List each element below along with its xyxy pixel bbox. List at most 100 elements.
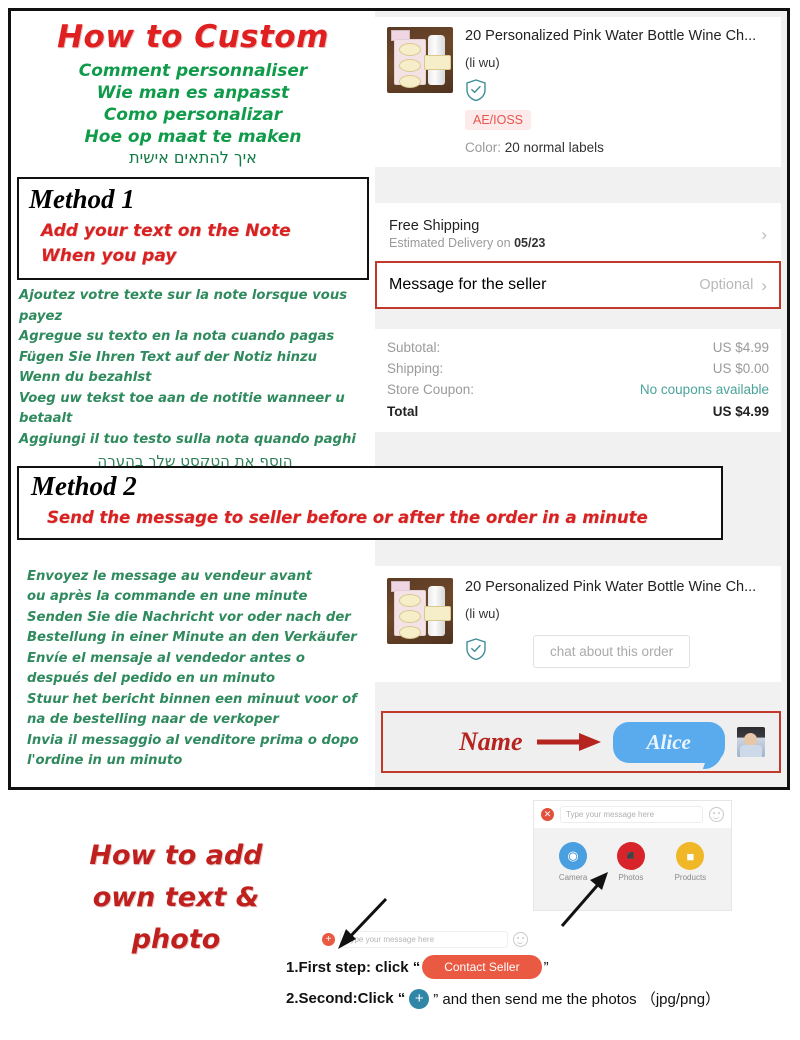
shipping-row[interactable]: Free Shipping Estimated Delivery on 05/2… [387,209,769,259]
close-icon[interactable]: ✕ [541,808,554,821]
chat-message-input[interactable]: Type your message here [560,806,703,823]
totals-row: Subtotal: US $4.99 [387,337,769,358]
shipping-title: Free Shipping [389,218,480,234]
store-coupon-label: Store Coupon: [387,382,475,397]
method1-box: Method 1 Add your text on the Note When … [17,176,369,281]
how-to-add-heading: How to add own text & photo [36,835,316,961]
chevron-right-icon[interactable]: › [761,277,767,294]
method2-box: Method 2 Send the message to seller befo… [17,466,723,541]
chat-option-label: Products [674,873,707,882]
thumb-label-sheet [394,590,426,639]
method1-translation-nl: Voeg uw tekst toe aan de notitie wanneer… [19,390,345,427]
how-to-add-line-3: photo [131,923,221,955]
page-title: How to Custom [57,19,329,55]
header-block: How to Custom Comment personnaliser Wie … [11,11,375,171]
instruction-frame: How to Custom Comment personnaliser Wie … [8,8,790,790]
product-title[interactable]: 20 Personalized Pink Water Bottle Wine C… [465,578,769,596]
emoji-icon[interactable] [513,932,528,947]
shipping-cost-value: US $0.00 [712,361,769,376]
product-title[interactable]: 20 Personalized Pink Water Bottle Wine C… [465,27,769,45]
thumb-label-sheet [394,39,426,88]
method1-red-line-1: Add your text on the Note [41,221,291,242]
name-annotation-box: Name Alice [381,711,781,773]
seller-name: (li wu) [465,55,500,71]
method2-red-line: Send the message to seller before or aft… [47,508,648,528]
color-attribute: Color: 20 normal labels [465,140,769,155]
thumb-bottle [424,35,451,85]
plus-icon[interactable]: + [409,988,430,1009]
name-annotation-label: Name [459,727,523,756]
chat-option-products[interactable]: ■ Products [674,842,707,882]
step-1-instruction: 1.First step: click “ Contact Seller ” [286,955,549,979]
chevron-right-icon[interactable]: › [761,226,767,243]
product-thumbnail [387,27,453,93]
method2-translation-de1: Senden Sie die Nachricht vor oder nach d… [27,609,351,625]
chat-bubble-name: Alice [612,721,725,763]
how-to-add-line-2: own text & [92,881,260,913]
method2-translation-nl2: na de bestelling naar de verkoper [27,712,279,728]
step-1-suffix: ” [543,958,549,976]
delivery-date: 05/23 [514,236,546,250]
order-screenshot-column: 20 Personalized Pink Water Bottle Wine C… [375,11,787,787]
method2-title: Method 2 [31,471,137,501]
method2-translation-fr2: ou après la commande en une minute [27,589,308,605]
method2-translation-nl1: Stuur het bericht binnen een minuut voor… [27,691,357,707]
seller-name: (li wu) [465,606,500,622]
method1-translation-es: Agregue su texto en la nota cuando pagas [19,329,335,345]
method2-translations: Envoyez le message au vendeur avant ou a… [27,567,377,772]
contact-seller-button[interactable]: Contact Seller [422,955,542,979]
step-2-text: 2.Second:Click “ [286,990,406,1007]
step-1-text: 1.First step: click “ [286,958,421,976]
total-value: US $4.99 [712,404,769,419]
chat-about-this-order-button[interactable]: chat about this order [533,635,691,669]
method2-translation-es2: después del pedido en un minuto [27,671,276,687]
step-2-suffix: ” and then send me the photos （jpg/png） [433,991,721,1008]
order-summary-card: 20 Personalized Pink Water Bottle Wine C… [375,17,781,168]
method2-translation-es1: Envíe el mensaje al vendedor antes o [27,650,305,666]
method2-translation-de2: Bestellung in einer Minute an den Verkäu… [27,630,357,646]
photos-icon[interactable]: ◾ [616,842,645,870]
color-label: Color: [465,140,502,156]
shipping-card: Free Shipping Estimated Delivery on 05/2… [375,203,781,309]
shield-check-icon [465,78,769,102]
shipping-cost-label: Shipping: [387,361,444,376]
method1-translation-it: Aggiungi il tuo testo sulla nota quando … [19,431,356,447]
message-for-seller-row[interactable]: Message for the seller Optional › [375,261,781,309]
message-optional-text: Optional [699,277,754,293]
shipping-estimate: Estimated Delivery on 05/23 [389,236,546,250]
store-coupon-value[interactable]: No coupons available [640,382,769,397]
chat-option-label: Photos [618,873,644,882]
header-translation-de: Wie man es anpasst [96,82,290,103]
status-badge: AE/IOSS [465,110,532,131]
chat-option-photos[interactable]: ◾ Photos [616,842,645,882]
method2-translation-it2: l'ordine in un minuto [27,753,183,769]
message-for-seller-label: Message for the seller [389,276,547,293]
totals-row: Store Coupon: No coupons available [387,379,769,400]
thumb-bottle [424,586,451,636]
left-instruction-column: How to Custom Comment personnaliser Wie … [11,11,375,787]
method1-translations: Ajoutez votre texte sur la note lorsque … [19,286,371,496]
annotation-arrow-to-photos-icon [556,868,616,930]
order-chat-card: 20 Personalized Pink Water Bottle Wine C… [375,566,781,683]
camera-icon[interactable]: ◉ [559,842,588,870]
chat-input-bar: ✕ Type your message here [534,801,731,828]
header-translation-he: איך להתאים אישית [129,147,257,167]
header-translation-es: Como personalizar [103,104,283,125]
product-thumbnail [387,578,453,644]
totals-row: Shipping: US $0.00 [387,358,769,379]
step-2-instruction: 2.Second:Click “ + ” and then send me th… [286,988,720,1009]
header-translation-nl: Hoe op maat te maken [84,126,302,147]
shield-check-icon [465,637,487,661]
method2-translation-fr1: Envoyez le message au vendeur avant [27,569,312,584]
method2-translation-it1: Invia il messaggio al venditore prima o … [27,732,359,748]
products-icon[interactable]: ■ [676,842,705,870]
how-to-add-line-1: How to add [89,840,263,871]
totals-card: Subtotal: US $4.99 Shipping: US $0.00 St… [375,329,781,432]
emoji-icon[interactable] [709,807,724,822]
header-translation-fr: Comment personnaliser [78,60,308,81]
totals-row: Total US $4.99 [387,400,769,422]
method1-translation-de1: Fügen Sie Ihren Text auf der Notiz hinzu [19,349,318,365]
total-label: Total [387,404,419,419]
method1-translation-fr: Ajoutez votre texte sur la note lorsque … [19,288,348,324]
annotation-arrow-right-icon [536,731,603,753]
